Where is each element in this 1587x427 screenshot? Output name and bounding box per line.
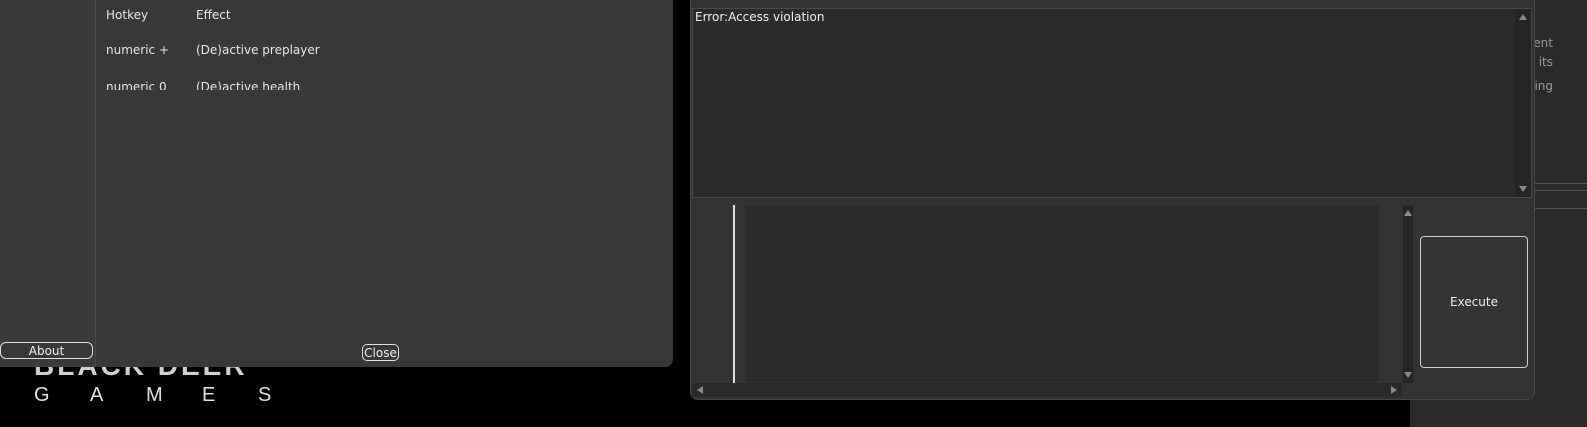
hotkey-dialog: Hotkey Effect numeric + (De)active prepl… bbox=[0, 0, 673, 367]
about-button[interactable]: About bbox=[0, 342, 93, 359]
effect-cell: (De)active preplayer bbox=[196, 43, 320, 57]
input-scrollbar[interactable] bbox=[1403, 205, 1413, 383]
input-horizontal-scrollbar[interactable] bbox=[692, 383, 1402, 397]
logo-letter: S bbox=[258, 384, 272, 406]
scroll-down-icon[interactable] bbox=[1519, 186, 1527, 192]
output-scrollbar[interactable] bbox=[1515, 9, 1531, 197]
background-menu-item[interactable]: ing bbox=[1534, 79, 1553, 93]
console-window: Error:Access violation Execute bbox=[690, 0, 1535, 400]
column-header-hotkey: Hotkey bbox=[106, 8, 149, 22]
dialog-side-pane bbox=[0, 0, 96, 367]
output-text: Error:Access violation bbox=[695, 10, 825, 24]
scroll-right-icon[interactable] bbox=[1391, 386, 1397, 394]
output-textbox[interactable]: Error:Access violation bbox=[692, 8, 1532, 198]
logo-letter: E bbox=[202, 384, 216, 406]
column-header-effect: Effect bbox=[196, 8, 231, 22]
logo-letter: A bbox=[90, 384, 104, 406]
close-button[interactable]: Close bbox=[362, 344, 399, 361]
hotkey-cell: numeric + bbox=[106, 43, 170, 57]
command-input[interactable] bbox=[745, 206, 1379, 382]
scroll-up-icon[interactable] bbox=[1519, 14, 1527, 20]
effect-cell: (De)active health bbox=[196, 80, 301, 90]
scroll-left-icon[interactable] bbox=[697, 386, 703, 394]
background-menu-item[interactable]: its bbox=[1539, 55, 1553, 69]
table-row[interactable]: numeric 0 (De)active health bbox=[106, 80, 626, 90]
logo-subtitle: G A M E S bbox=[34, 384, 314, 407]
hotkey-cell: numeric 0 bbox=[106, 80, 167, 90]
scroll-up-icon[interactable] bbox=[1404, 210, 1412, 216]
table-row[interactable]: numeric + (De)active preplayer bbox=[106, 43, 626, 80]
logo-letter: M bbox=[146, 384, 163, 406]
table-header: Hotkey Effect bbox=[106, 8, 626, 43]
execute-button[interactable]: Execute bbox=[1420, 236, 1528, 368]
hotkey-table: Hotkey Effect numeric + (De)active prepl… bbox=[106, 8, 626, 90]
scroll-down-icon[interactable] bbox=[1404, 372, 1412, 378]
logo-letter: G bbox=[34, 384, 50, 406]
background-menu-item[interactable]: ent bbox=[1533, 36, 1553, 50]
